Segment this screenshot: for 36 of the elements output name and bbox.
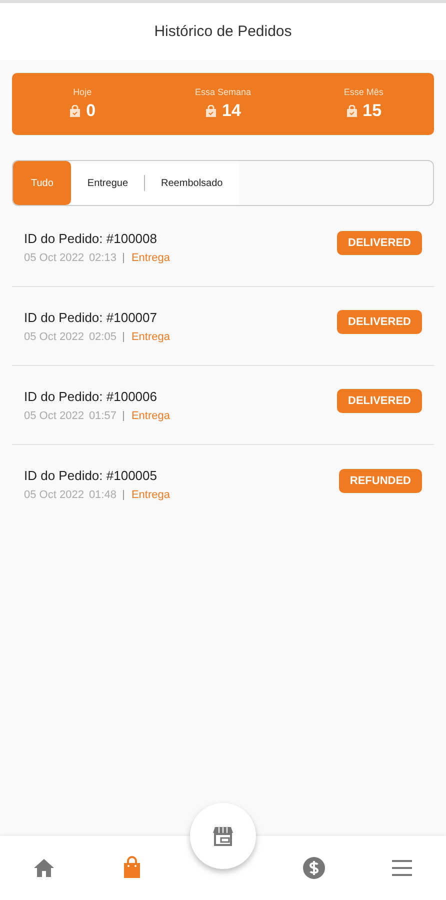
status-badge: DELIVERED bbox=[337, 310, 422, 334]
stat-value: 0 bbox=[86, 101, 96, 121]
filter-tab[interactable]: Entregue bbox=[71, 161, 144, 205]
order-date: 05 Oct 2022 bbox=[24, 252, 84, 264]
separator bbox=[123, 490, 124, 500]
order-id: ID do Pedido: #100006 bbox=[24, 388, 158, 404]
stat-label: Essa Semana bbox=[194, 87, 251, 97]
order-time: 02:13 bbox=[88, 252, 116, 264]
order-date: 05 Oct 2022 bbox=[24, 489, 84, 501]
status-badge: REFUNDED bbox=[338, 468, 422, 492]
separator bbox=[123, 252, 124, 262]
status-badge: DELIVERED bbox=[337, 231, 422, 255]
dollar-coin-icon[interactable] bbox=[302, 856, 326, 880]
separator bbox=[123, 410, 124, 420]
order-id: ID do Pedido: #100005 bbox=[24, 468, 158, 483]
order-date: 05 Oct 2022 bbox=[24, 330, 84, 342]
stat-label: Hoje bbox=[73, 87, 92, 97]
status-badge: DELIVERED bbox=[337, 389, 422, 413]
order-time: 02:05 bbox=[88, 330, 116, 342]
stat-value: 14 bbox=[222, 101, 241, 121]
stat-value: 15 bbox=[362, 101, 382, 121]
order-type: Entrega bbox=[131, 330, 170, 342]
page-title: Histórico de Pedidos bbox=[154, 23, 292, 40]
center-action-button[interactable] bbox=[190, 803, 256, 869]
order-date: 05 Oct 2022 bbox=[24, 410, 84, 422]
separator bbox=[123, 332, 124, 342]
order-type: Entrega bbox=[131, 489, 170, 501]
order-type: Entrega bbox=[131, 410, 170, 422]
home-icon[interactable] bbox=[32, 856, 56, 880]
order-type: Entrega bbox=[131, 252, 170, 264]
order-id: ID do Pedido: #100007 bbox=[24, 310, 158, 324]
order-time: 01:57 bbox=[88, 410, 116, 422]
stat-label: Esse Mês bbox=[344, 87, 384, 97]
order-id: ID do Pedido: #100008 bbox=[24, 230, 158, 246]
order-time: 01:48 bbox=[88, 489, 116, 501]
filter-tab[interactable]: Reembolsado bbox=[145, 161, 239, 205]
